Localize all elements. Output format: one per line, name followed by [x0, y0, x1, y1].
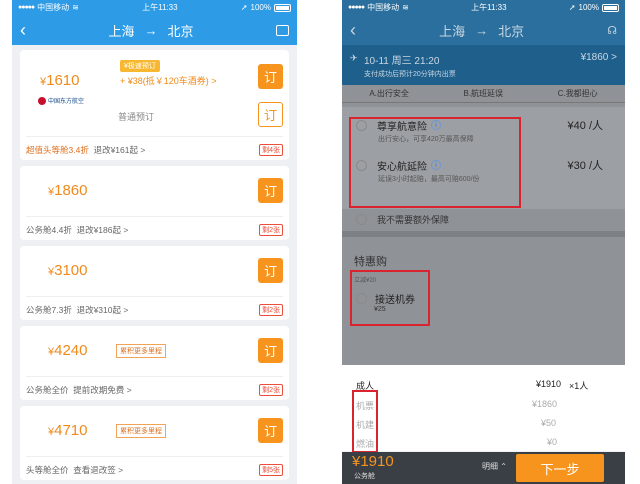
seats-left-badge: 剩2张: [259, 224, 283, 236]
airline-logo: 中国东方航空: [38, 96, 84, 105]
fare-card-3[interactable]: ¥3100 订 公务舱7.3折 退改¥310起 > 剩2张: [20, 246, 289, 320]
seats-left-badge: 剩4张: [259, 144, 283, 156]
wifi-icon: ≋: [72, 3, 79, 12]
wifi-icon: ≋: [402, 3, 409, 12]
fare-price: ¥3100: [48, 262, 88, 279]
radio[interactable]: [356, 214, 367, 225]
normal-book-button[interactable]: 订: [258, 102, 283, 127]
fare-price: ¥4240: [48, 342, 88, 359]
seats-left-badge: 剩5张: [259, 464, 283, 476]
book-button[interactable]: 订: [258, 418, 283, 443]
book-button[interactable]: 订: [258, 64, 283, 89]
arrow-icon: →: [144, 22, 158, 38]
book-button[interactable]: 订: [258, 178, 283, 203]
flight-summary[interactable]: ✈ 10-11 周三 21:20 ¥1860 > 支付成功后预计20分钟内出票: [342, 45, 625, 85]
battery-icon: [273, 3, 291, 12]
header: ●●●●● 中国移动 ≋ 上午11:33 ➚ 100% ‹ 上海 → 北京: [12, 0, 297, 45]
to-city: 北京: [167, 23, 194, 39]
fare-card-4[interactable]: ¥4240 累积更多里程 订 公务舱全价 提前改期免费 > 剩2张: [20, 326, 289, 400]
nav-bar: ‹ 上海 → 北京: [12, 15, 297, 45]
price-detail: 成人 ¥1910 ×1人 机票 ¥1860 机建 ¥50 燃油 ¥0: [342, 365, 625, 451]
carrier-label: 中国移动: [37, 3, 70, 12]
nav-bar: ‹ 上海 → 北京 ☊: [342, 15, 625, 45]
cabin-info: 公务舱全价 提前改期免费 >: [26, 385, 132, 395]
flight-list-screen: ●●●●● 中国移动 ≋ 上午11:33 ➚ 100% ‹ 上海 → 北京 ¥1610 ¥…: [12, 0, 297, 484]
carrier-label: 中国移动: [367, 3, 400, 12]
fare-card-5[interactable]: ¥4710 累积更多里程 订 头等舱全价 查看退改签 > 剩5张: [20, 406, 289, 480]
tab-safety[interactable]: A.出行安全: [369, 88, 409, 99]
back-icon[interactable]: ‹: [350, 21, 356, 39]
from-city: 上海: [439, 23, 466, 39]
ticket-value: ¥1860: [532, 399, 558, 409]
route-title: 上海 → 北京: [439, 21, 524, 40]
flight-date: 10-11 周三 21:20: [364, 56, 440, 67]
battery-label: 100%: [578, 3, 599, 12]
promo-text[interactable]: + ¥38(抵￥120车酒券) >: [120, 74, 217, 87]
fare-price: ¥1860: [48, 182, 88, 199]
cabin-info: 超值头等舱3.4折 退改¥161起 >: [26, 145, 146, 155]
detail-toggle[interactable]: 明细 ⌃: [482, 461, 507, 472]
signal-icon: ●●●●●: [348, 4, 365, 11]
book-button[interactable]: 订: [258, 338, 283, 363]
clock: 上午11:33: [471, 3, 507, 12]
footer-bar: ¥1910 公务舱 明细 ⌃ 下一步: [342, 452, 625, 484]
highlight-insurance: [349, 117, 521, 208]
cabin-info: 公务舱7.3折 退改¥310起 >: [26, 305, 129, 315]
footer-total: ¥1910: [352, 453, 394, 470]
cabin-info: 头等舱全价 查看退改签 >: [26, 465, 124, 475]
option-price: ¥40 /人: [567, 120, 603, 132]
location-icon: ➚: [240, 3, 248, 12]
fare-price: ¥1610: [40, 72, 80, 89]
fare-card-1[interactable]: ¥1610 ¥极速预订 + ¥38(抵￥120车酒券) > 中国东方航空 普通预…: [20, 50, 289, 160]
normal-booking-label: 普通预订: [118, 112, 155, 122]
option-price: ¥30 /人: [567, 160, 603, 172]
tab-delay[interactable]: B.航班延误: [464, 88, 504, 99]
clock: 上午11:33: [142, 3, 178, 12]
seats-left-badge: 剩2张: [259, 304, 283, 316]
highlight-fees: [352, 390, 378, 453]
fare-card-2[interactable]: ¥1860 订 公务舱4.4折 退改¥186起 > 剩2张: [20, 166, 289, 240]
share-icon[interactable]: [276, 24, 289, 36]
ticket-note: 支付成功后预计20分钟内出票: [364, 71, 456, 78]
signal-icon: ●●●●●: [18, 4, 35, 11]
cabin-info: 公务舱4.4折 退改¥186起 >: [26, 225, 129, 235]
airport-fee-value: ¥50: [541, 418, 557, 428]
mileage-badge: 累积更多里程: [116, 424, 166, 438]
next-step-button[interactable]: 下一步: [516, 454, 604, 482]
route-title: 上海 → 北京: [108, 21, 193, 40]
option-name: 我不需要额外保障: [377, 215, 450, 225]
location-icon: ➚: [568, 3, 576, 12]
from-city: 上海: [108, 23, 135, 39]
tab-both[interactable]: C.我都担心: [558, 88, 598, 99]
arrow-icon: →: [475, 22, 489, 38]
insurance-tabs: A.出行安全 B.航班延误 C.我都担心: [342, 85, 625, 103]
book-button[interactable]: 订: [258, 258, 283, 283]
special-title: 特惠购: [354, 256, 387, 268]
plane-icon: ✈: [350, 53, 358, 63]
to-city: 北京: [498, 23, 525, 39]
highlight-transfer: [350, 270, 430, 326]
passenger-count: ×1人: [569, 381, 589, 391]
fare-price: ¥4710: [48, 422, 88, 439]
headset-icon[interactable]: ☊: [607, 24, 617, 37]
promo-tag: ¥极速预订: [120, 60, 160, 72]
status-bar: ●●●●● 中国移动 ≋ 上午11:33 ➚ 100%: [342, 0, 625, 15]
footer-cabin: 公务舱: [354, 473, 375, 480]
battery-icon: [601, 3, 619, 12]
battery-label: 100%: [250, 3, 271, 12]
header: ●●●●● 中国移动 ≋ 上午11:33 ➚ 100% ‹ 上海 → 北京 ☊: [342, 0, 625, 45]
chevron-up-icon: ⌃: [500, 462, 507, 471]
seats-left-badge: 剩2张: [259, 384, 283, 396]
no-insurance-option[interactable]: 我不需要额外保障: [342, 213, 625, 226]
mileage-badge: 累积更多里程: [116, 344, 166, 358]
back-icon[interactable]: ‹: [20, 21, 26, 39]
flight-price: ¥1860 >: [580, 52, 617, 63]
fuel-value: ¥0: [547, 437, 558, 447]
total-price: ¥1910: [536, 379, 562, 389]
booking-screen: ●●●●● 中国移动 ≋ 上午11:33 ➚ 100% ‹ 上海 → 北京 ☊ ✈ 10-…: [342, 0, 625, 484]
status-bar: ●●●●● 中国移动 ≋ 上午11:33 ➚ 100%: [12, 0, 297, 15]
